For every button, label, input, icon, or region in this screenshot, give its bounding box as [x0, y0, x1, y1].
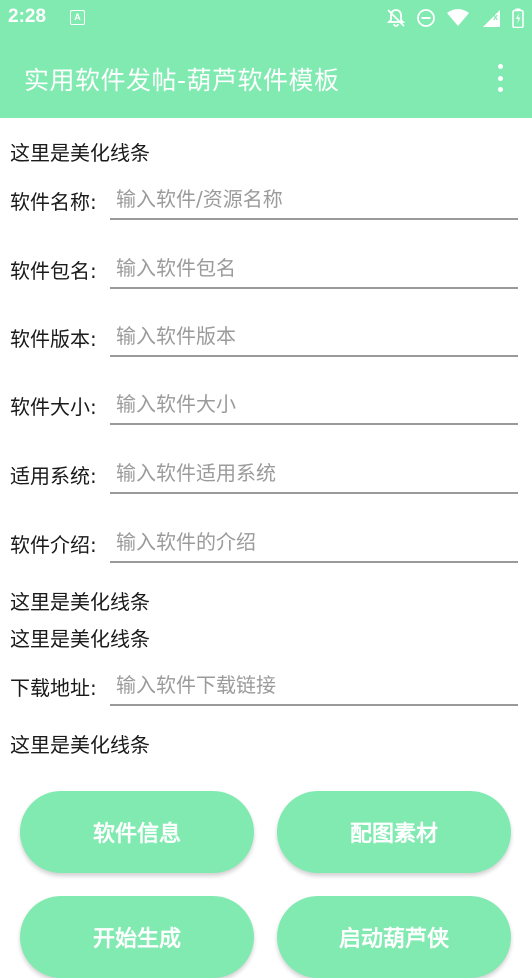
decor-line-text: 这里是美化线条: [10, 733, 150, 757]
launch-huluxia-button[interactable]: 启动葫芦侠: [277, 896, 511, 978]
system-icons: x: [386, 7, 524, 29]
svg-text:x: x: [493, 12, 498, 22]
form-row-size: 软件大小:: [0, 385, 532, 429]
more-dot: [497, 87, 503, 92]
size-input[interactable]: [110, 385, 518, 425]
status-bar: 2:28 A x: [0, 0, 532, 36]
system-input[interactable]: [110, 454, 518, 494]
start-generate-button[interactable]: 开始生成: [20, 896, 254, 978]
decor-line-text: 这里是美化线条: [10, 627, 150, 651]
notification-app-icon: A: [70, 10, 85, 25]
field-label: 下载地址:: [10, 676, 97, 700]
more-dot: [497, 64, 503, 69]
field-label: 软件版本:: [10, 327, 97, 351]
field-label: 软件包名:: [10, 259, 97, 283]
decor-line-text: 这里是美化线条: [10, 141, 150, 165]
decor-line-text: 这里是美化线条: [10, 590, 150, 614]
image-assets-button[interactable]: 配图素材: [277, 791, 511, 873]
form-row-download: 下载地址:: [0, 666, 532, 710]
form-row-version: 软件版本:: [0, 317, 532, 361]
status-time: 2:28: [8, 6, 47, 27]
field-label: 适用系统:: [10, 464, 97, 488]
more-vertical-icon[interactable]: [496, 64, 504, 92]
field-label: 软件名称:: [10, 190, 97, 214]
form-row-intro: 软件介绍:: [0, 523, 532, 567]
form-row-name: 软件名称:: [0, 180, 532, 224]
more-dot: [497, 75, 503, 81]
form-row-package: 软件包名:: [0, 249, 532, 293]
do-not-disturb-icon: [417, 9, 435, 27]
bell-off-icon: [386, 9, 406, 27]
form-row-system: 适用系统:: [0, 454, 532, 498]
package-name-input[interactable]: [110, 249, 518, 289]
field-label: 软件大小:: [10, 395, 97, 419]
software-name-input[interactable]: [110, 180, 518, 220]
app-bar: 实用软件发帖-葫芦软件模板: [0, 36, 532, 118]
intro-input[interactable]: [110, 523, 518, 563]
wifi-icon: [447, 9, 469, 26]
software-info-button[interactable]: 软件信息: [20, 791, 254, 873]
cell-signal-icon: x: [483, 10, 500, 27]
version-input[interactable]: [110, 317, 518, 357]
download-link-input[interactable]: [110, 666, 518, 706]
battery-icon: [512, 8, 524, 28]
page-title: 实用软件发帖-葫芦软件模板: [24, 66, 340, 95]
field-label: 软件介绍:: [10, 533, 97, 557]
